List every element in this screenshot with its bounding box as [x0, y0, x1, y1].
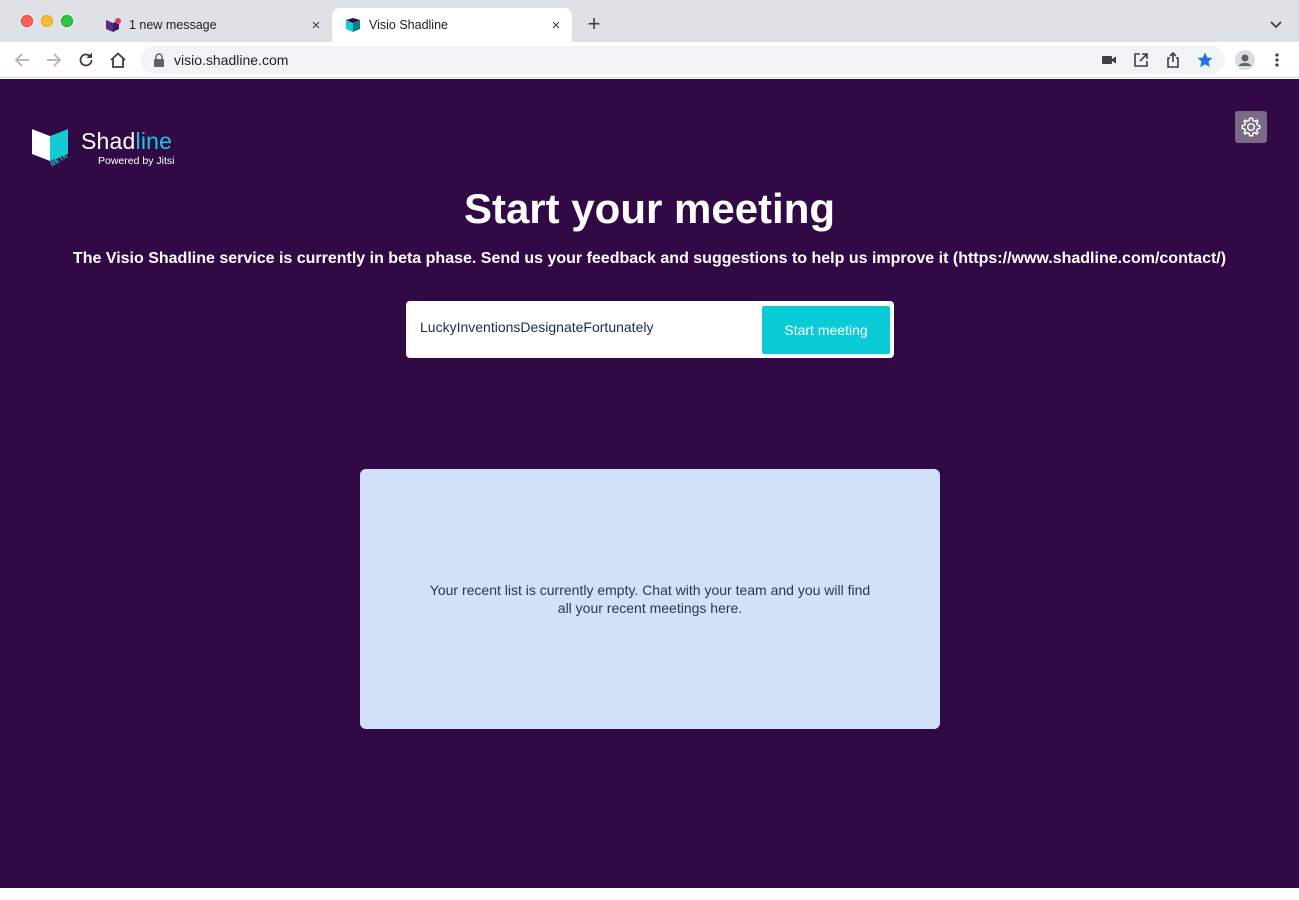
tab-messages[interactable]: 1 new message × — [92, 8, 332, 42]
messages-favicon-icon — [106, 18, 121, 32]
window-minimize-button[interactable] — [41, 15, 53, 27]
reload-icon[interactable] — [76, 50, 96, 70]
beta-notice: The Visio Shadline service is currently … — [72, 250, 1227, 267]
bookmark-star-icon[interactable] — [1196, 51, 1214, 69]
profile-icon[interactable] — [1235, 50, 1255, 70]
new-tab-button[interactable]: + — [582, 11, 606, 36]
recent-meetings-panel: Your recent list is currently empty. Cha… — [360, 469, 940, 729]
settings-gear-icon — [1241, 117, 1261, 137]
camera-icon[interactable] — [1100, 51, 1118, 69]
tab-close-icon[interactable]: × — [306, 15, 326, 35]
room-name-input[interactable] — [420, 319, 750, 335]
page-title: Start your meeting — [463, 185, 836, 232]
start-meeting-button[interactable]: Start meeting — [762, 306, 890, 354]
tab-visio-shadline[interactable]: Visio Shadline × — [332, 8, 572, 42]
tab-close-icon[interactable]: × — [546, 15, 566, 35]
window-close-button[interactable] — [21, 15, 33, 27]
lock-icon[interactable] — [153, 53, 165, 67]
home-icon[interactable] — [108, 50, 128, 70]
address-bar[interactable]: visio.shadline.com — [141, 46, 1225, 74]
shadline-logo[interactable]: BETA Shadline Powered by Jitsi — [31, 125, 181, 169]
logo-wordmark: Shadline — [81, 128, 172, 155]
window-bottom-edge — [0, 888, 1299, 900]
tab-title: Visio Shadline — [369, 18, 448, 32]
logo-word-main: Shad — [81, 128, 136, 154]
logo-word-accent: line — [135, 128, 173, 154]
enter-room-form: Start meeting — [406, 301, 894, 358]
shadline-favicon-icon — [346, 18, 360, 32]
recent-empty-message: Your recent list is currently empty. Cha… — [429, 582, 871, 616]
share-icon[interactable] — [1164, 51, 1182, 69]
settings-button[interactable] — [1235, 111, 1267, 143]
tab-list-chevron-icon[interactable] — [1266, 14, 1286, 34]
open-external-icon[interactable] — [1132, 51, 1150, 69]
window-zoom-button[interactable] — [61, 15, 73, 27]
forward-arrow-icon[interactable] — [44, 50, 64, 70]
url-text: visio.shadline.com — [174, 52, 289, 68]
browser-toolbar: visio.shadline.com — [0, 42, 1299, 78]
back-arrow-icon[interactable] — [12, 50, 32, 70]
welcome-page: BETA Shadline Powered by Jitsi Start you… — [0, 79, 1299, 888]
logo-subtitle: Powered by Jitsi — [98, 155, 175, 167]
tab-title: 1 new message — [129, 18, 217, 32]
browser-tab-strip: 1 new message × Visio Shadline × + — [0, 0, 1299, 42]
more-vert-icon[interactable] — [1268, 51, 1286, 69]
